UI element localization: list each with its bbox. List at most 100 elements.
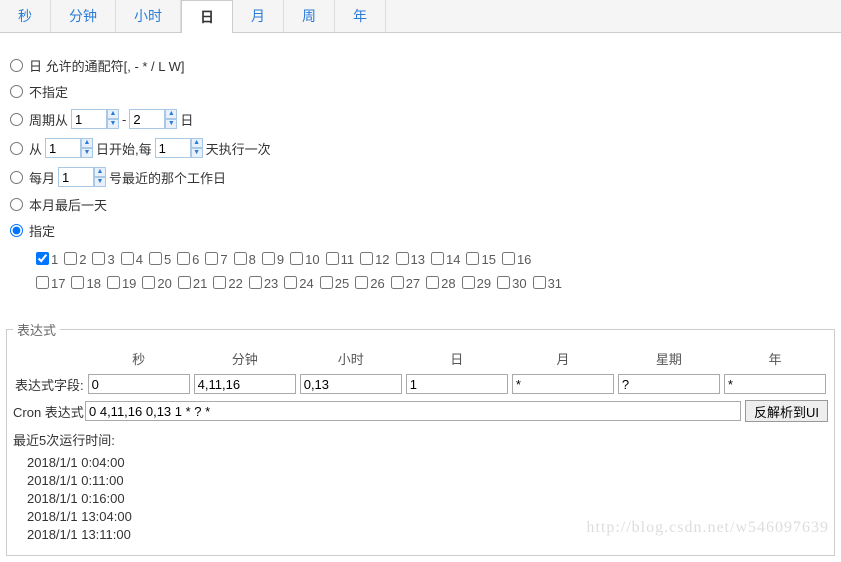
chevron-up-icon[interactable]: ▲ <box>81 138 93 148</box>
day-check-3: 3 <box>92 248 114 272</box>
day-checkbox-8[interactable] <box>234 252 247 265</box>
day-checkbox-13[interactable] <box>396 252 409 265</box>
tab-bar: 秒分钟小时日月周年 <box>0 0 841 33</box>
nearest-day-input[interactable] <box>58 167 94 187</box>
chevron-up-icon[interactable]: ▲ <box>191 138 203 148</box>
tab-月[interactable]: 月 <box>233 0 284 32</box>
day-checkbox-6[interactable] <box>177 252 190 265</box>
cycle-to-input[interactable] <box>129 109 165 129</box>
day-check-30: 30 <box>497 272 526 296</box>
runtime-item: 2018/1/1 13:04:00 <box>27 509 828 524</box>
tab-秒[interactable]: 秒 <box>0 0 51 32</box>
spin-buttons[interactable]: ▲▼ <box>191 138 203 158</box>
tab-日[interactable]: 日 <box>181 0 233 33</box>
day-checkbox-9[interactable] <box>262 252 275 265</box>
label-lastday: 本月最后一天 <box>29 195 107 214</box>
expr-day-input[interactable] <box>406 374 508 394</box>
chevron-up-icon[interactable]: ▲ <box>165 109 177 119</box>
tab-年[interactable]: 年 <box>335 0 386 32</box>
radio-unspecified[interactable] <box>10 85 23 98</box>
day-checkbox-1[interactable] <box>36 252 49 265</box>
day-checkboxes: 1234567891011121314151617181920212223242… <box>36 248 831 296</box>
label-cycle-prefix: 周期从 <box>29 110 68 129</box>
radio-wildcard[interactable] <box>10 59 23 72</box>
expr-header: 分钟 <box>192 345 298 372</box>
spin-buttons[interactable]: ▲▼ <box>94 167 106 187</box>
chevron-down-icon[interactable]: ▼ <box>81 148 93 158</box>
day-checkbox-31[interactable] <box>533 276 546 289</box>
day-checkbox-14[interactable] <box>431 252 444 265</box>
runtime-item: 2018/1/1 13:11:00 <box>27 527 828 542</box>
day-check-26: 26 <box>355 272 384 296</box>
radio-specified[interactable] <box>10 224 23 237</box>
day-checkbox-16[interactable] <box>502 252 515 265</box>
radio-lastday[interactable] <box>10 198 23 211</box>
start-every-input[interactable] <box>155 138 191 158</box>
chevron-down-icon[interactable]: ▼ <box>191 148 203 158</box>
parse-button[interactable]: 反解析到UI <box>745 400 828 422</box>
label-unspecified: 不指定 <box>29 82 68 101</box>
day-checkbox-3[interactable] <box>92 252 105 265</box>
day-check-19: 19 <box>107 272 136 296</box>
day-checkbox-28[interactable] <box>426 276 439 289</box>
day-check-6: 6 <box>177 248 199 272</box>
day-check-8: 8 <box>234 248 256 272</box>
chevron-down-icon[interactable]: ▼ <box>94 177 106 187</box>
day-checkbox-4[interactable] <box>121 252 134 265</box>
day-checkbox-29[interactable] <box>462 276 475 289</box>
expr-week-input[interactable] <box>618 374 720 394</box>
day-checkbox-5[interactable] <box>149 252 162 265</box>
radio-nearest[interactable] <box>10 171 23 184</box>
day-checkbox-11[interactable] <box>326 252 339 265</box>
day-checkbox-19[interactable] <box>107 276 120 289</box>
start-from-input[interactable] <box>45 138 81 158</box>
expr-header: 日 <box>404 345 510 372</box>
day-checkbox-21[interactable] <box>178 276 191 289</box>
day-check-28: 28 <box>426 272 455 296</box>
label-cycle-sep: - <box>122 112 126 127</box>
tab-分钟[interactable]: 分钟 <box>51 0 116 32</box>
day-check-23: 23 <box>249 272 278 296</box>
day-checkbox-20[interactable] <box>142 276 155 289</box>
tab-小时[interactable]: 小时 <box>116 0 181 32</box>
day-check-29: 29 <box>462 272 491 296</box>
day-checkbox-18[interactable] <box>71 276 84 289</box>
chevron-up-icon[interactable]: ▲ <box>107 109 119 119</box>
cycle-from-input[interactable] <box>71 109 107 129</box>
day-check-10: 10 <box>290 248 319 272</box>
day-checkbox-23[interactable] <box>249 276 262 289</box>
cron-label: Cron 表达式: <box>13 402 85 421</box>
expr-hour-input[interactable] <box>300 374 402 394</box>
spin-buttons[interactable]: ▲▼ <box>165 109 177 129</box>
day-checkbox-27[interactable] <box>391 276 404 289</box>
day-check-31: 31 <box>533 272 562 296</box>
chevron-up-icon[interactable]: ▲ <box>94 167 106 177</box>
spin-buttons[interactable]: ▲▼ <box>81 138 93 158</box>
chevron-down-icon[interactable]: ▼ <box>107 119 119 129</box>
day-check-12: 12 <box>360 248 389 272</box>
day-checkbox-25[interactable] <box>320 276 333 289</box>
radio-cycle[interactable] <box>10 113 23 126</box>
expr-year-input[interactable] <box>724 374 826 394</box>
day-checkbox-26[interactable] <box>355 276 368 289</box>
expr-min-input[interactable] <box>194 374 296 394</box>
expr-sec-input[interactable] <box>88 374 190 394</box>
spin-buttons[interactable]: ▲▼ <box>107 109 119 129</box>
day-checkbox-10[interactable] <box>290 252 303 265</box>
chevron-down-icon[interactable]: ▼ <box>165 119 177 129</box>
day-checkbox-7[interactable] <box>205 252 218 265</box>
day-checkbox-30[interactable] <box>497 276 510 289</box>
label-start-suffix: 天执行一次 <box>206 139 271 158</box>
day-checkbox-24[interactable] <box>284 276 297 289</box>
day-checkbox-2[interactable] <box>64 252 77 265</box>
expr-month-input[interactable] <box>512 374 614 394</box>
cron-input[interactable] <box>85 401 741 421</box>
expr-header: 秒 <box>86 345 192 372</box>
day-checkbox-15[interactable] <box>466 252 479 265</box>
day-checkbox-22[interactable] <box>213 276 226 289</box>
radio-start[interactable] <box>10 142 23 155</box>
day-checkbox-17[interactable] <box>36 276 49 289</box>
day-checkbox-12[interactable] <box>360 252 373 265</box>
label-specified: 指定 <box>29 221 55 240</box>
tab-周[interactable]: 周 <box>284 0 335 32</box>
